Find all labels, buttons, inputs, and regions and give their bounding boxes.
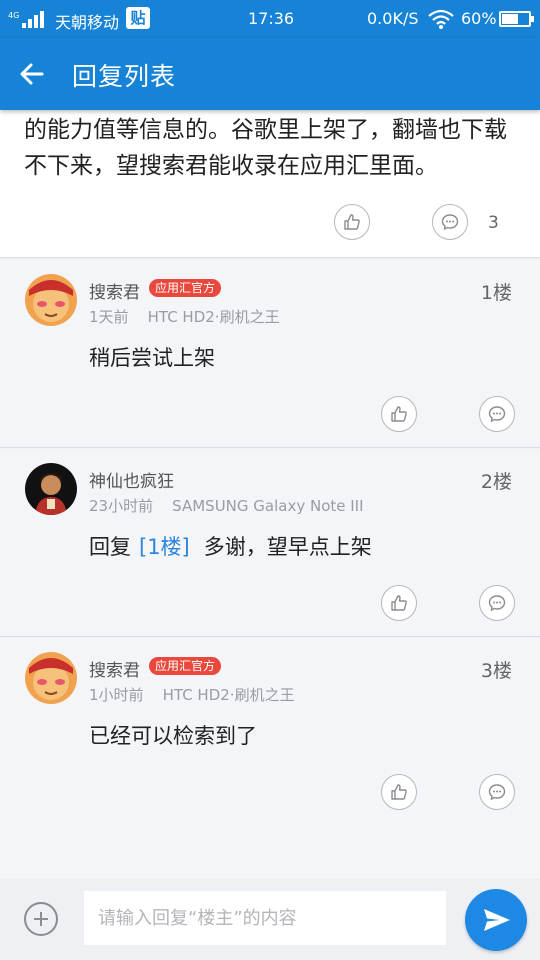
post-time: 1天前 (89, 308, 129, 326)
signal-icon: 4G (8, 11, 44, 28)
battery-icon (499, 11, 534, 27)
reply-content: 稍后尝试上架 (89, 346, 215, 370)
clock: 17:36 (248, 9, 295, 28)
post-time: 23小时前 (89, 497, 154, 515)
reply-content: 已经可以检索到了 (89, 724, 257, 748)
comment-button[interactable] (479, 396, 515, 432)
svg-text:4G: 4G (8, 11, 19, 20)
main-post: 的能力值等信息的。谷歌里上架了，翻墙也下载不下来，望搜索君能收录在应用汇里面。 … (0, 110, 540, 258)
floor-reference-link[interactable]: [1楼] (139, 535, 190, 559)
comment-icon (488, 406, 506, 423)
network-speed: 0.0K/S (367, 9, 419, 28)
send-button[interactable] (465, 889, 527, 951)
reply-text: 多谢，望早点上架 (203, 535, 372, 559)
username[interactable]: 搜索君 (89, 656, 140, 681)
battery-percent: 60% (461, 9, 497, 28)
like-icon (344, 214, 360, 230)
reply-item: 搜索君 应用汇官方 1天前 HTC HD2·刷机之王 1楼 稍后尝试上架 (0, 260, 540, 448)
username[interactable]: 神仙也疯狂 (89, 467, 174, 492)
comment-icon (488, 595, 506, 612)
post-meta: 23小时前 SAMSUNG Galaxy Note III (89, 495, 364, 516)
like-button[interactable] (381, 396, 417, 432)
wifi-icon (428, 9, 454, 29)
username[interactable]: 搜索君 (89, 278, 140, 303)
like-icon (391, 784, 407, 800)
avatar[interactable] (25, 463, 77, 515)
status-bar: 4G 天朝移动 贴 17:36 0.0K/S 60% (0, 0, 540, 38)
app-bar: 回复列表 (0, 38, 540, 110)
post-meta: 1小时前 HTC HD2·刷机之王 (89, 684, 295, 705)
device-tail: SAMSUNG Galaxy Note III (172, 497, 364, 515)
reply-prefix: 回复 (89, 535, 131, 559)
like-icon (391, 406, 407, 422)
avatar[interactable] (25, 274, 77, 326)
comment-icon (488, 784, 506, 801)
post-time: 1小时前 (89, 686, 144, 704)
add-icon[interactable] (24, 902, 58, 936)
page-title: 回复列表 (72, 62, 177, 91)
comment-button[interactable] (432, 204, 468, 240)
official-badge: 应用汇官方 (149, 279, 222, 297)
reply-content: 回复 [1楼] 多谢，望早点上架 (89, 531, 372, 561)
reply-item: 神仙也疯狂 23小时前 SAMSUNG Galaxy Note III 2楼 回… (0, 449, 540, 637)
device-tail: HTC HD2·刷机之王 (147, 308, 280, 326)
like-button[interactable] (381, 585, 417, 621)
tieba-notification-icon: 贴 (126, 7, 150, 29)
comment-icon (441, 214, 459, 231)
carrier-name: 天朝移动 (55, 13, 120, 32)
floor-number: 1楼 (480, 282, 512, 304)
official-badge: 应用汇官方 (149, 657, 222, 675)
device-tail: HTC HD2·刷机之王 (162, 686, 295, 704)
send-icon (484, 909, 510, 931)
reply-count: 3 (488, 213, 499, 233)
like-button[interactable] (334, 204, 370, 240)
back-arrow-icon[interactable] (16, 58, 48, 90)
reply-item: 搜索君 应用汇官方 1小时前 HTC HD2·刷机之王 3楼 已经可以检索到了 (0, 638, 540, 878)
main-post-text: 的能力值等信息的。谷歌里上架了，翻墙也下载不下来，望搜索君能收录在应用汇里面。 (24, 117, 507, 179)
comment-button[interactable] (479, 585, 515, 621)
like-icon (391, 595, 407, 611)
like-button[interactable] (381, 774, 417, 810)
floor-number: 3楼 (480, 660, 512, 682)
reply-input[interactable] (84, 891, 446, 945)
floor-number: 2楼 (480, 471, 512, 493)
comment-button[interactable] (479, 774, 515, 810)
post-meta: 1天前 HTC HD2·刷机之王 (89, 306, 280, 327)
reply-input-bar (0, 878, 540, 960)
avatar[interactable] (25, 652, 77, 704)
